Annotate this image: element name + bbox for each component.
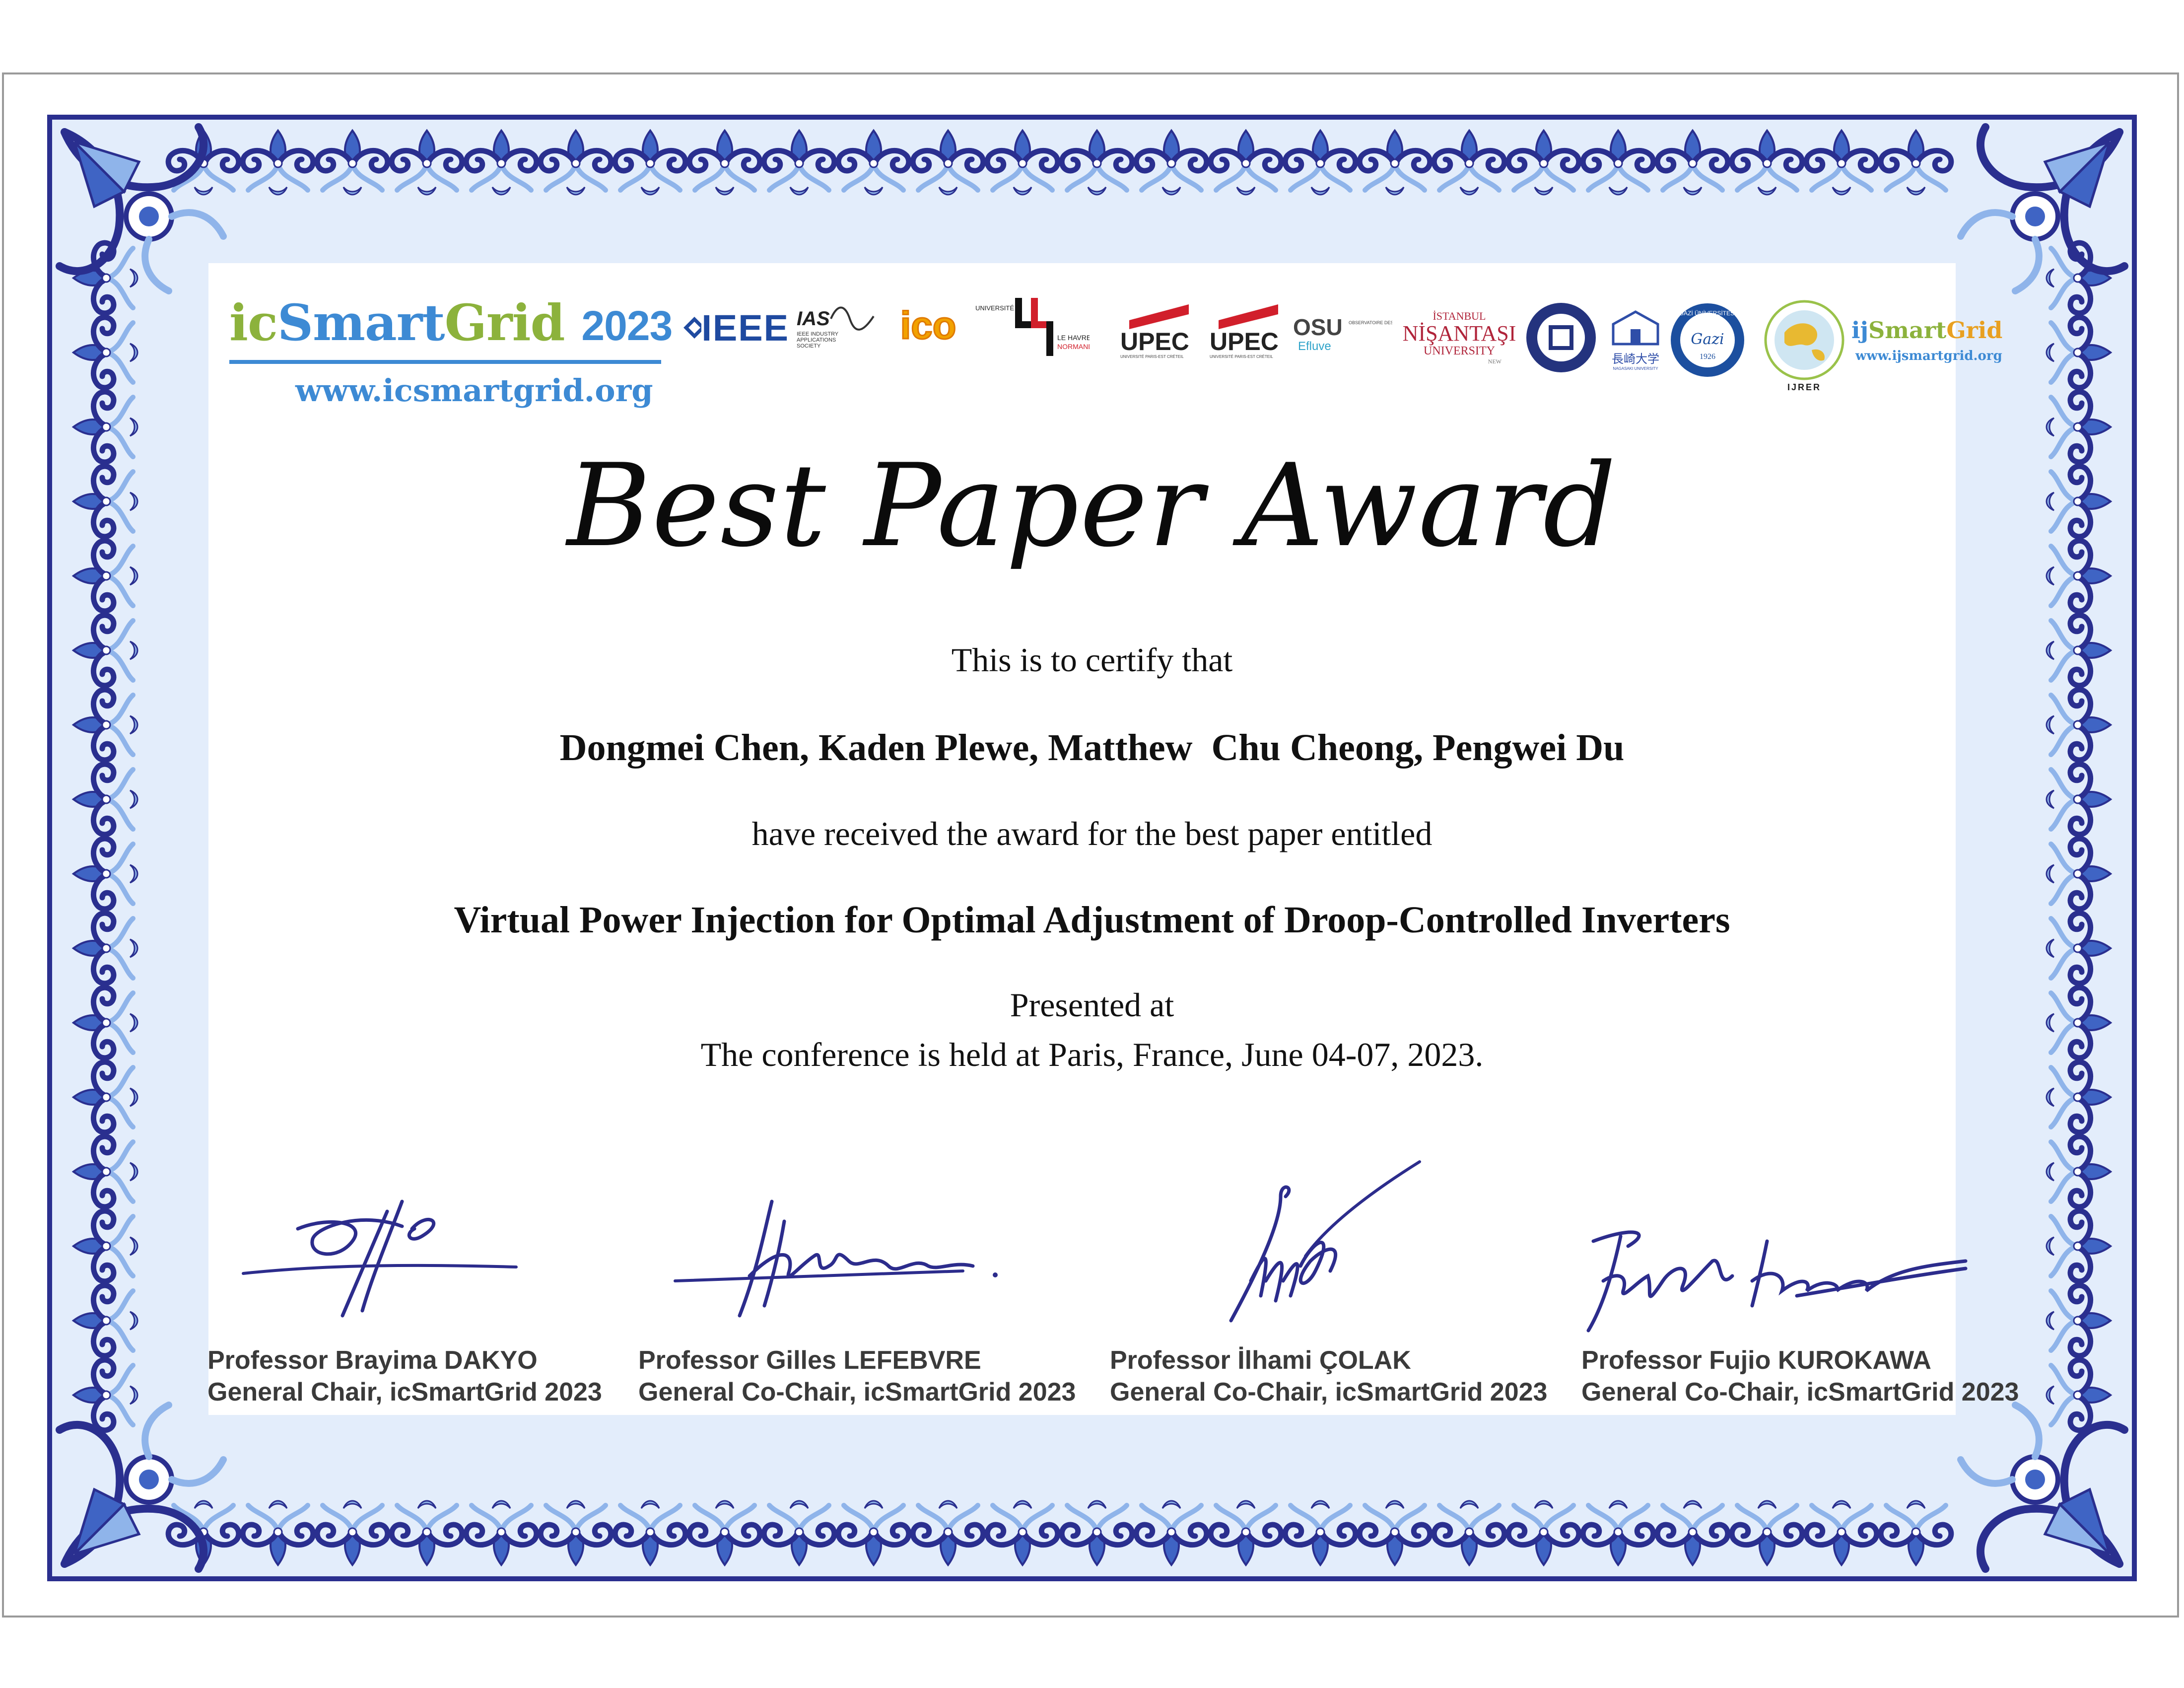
svg-text:Gazi: Gazi xyxy=(1691,331,1724,348)
ieee-logo: IEEE xyxy=(682,305,789,350)
brand-underline xyxy=(229,360,661,364)
svg-text:UNIVERSITÉ PARIS-EST CRÉTEIL: UNIVERSITÉ PARIS-EST CRÉTEIL xyxy=(1120,354,1184,359)
ias-logo: IAS IEEE INDUSTRY APPLICATIONS SOCIETY xyxy=(797,298,881,357)
signatory-name: Professor Fujio KUROKAWA xyxy=(1581,1346,1931,1375)
gazi-university-logo: Gazi 1926 GAZİ ÜNİVERSİTESİ xyxy=(1668,300,1747,380)
signatory-role: General Co-Chair, icSmartGrid 2023 xyxy=(638,1378,1076,1407)
signatory-name: Professor Brayima DAKYO xyxy=(207,1346,538,1375)
svg-text:UNIVERSITÉ PARIS-EST CRÉTEIL: UNIVERSITÉ PARIS-EST CRÉTEIL xyxy=(1210,354,1273,359)
le-havre-university-logo: UNIVERSITÉ LE HAVRE NORMANDIE xyxy=(975,290,1090,365)
svg-text:NORMANDIE: NORMANDIE xyxy=(1057,343,1090,351)
signature-colak xyxy=(1229,1160,1421,1323)
svg-text:UNIVERSITÉ: UNIVERSITÉ xyxy=(975,304,1014,312)
signatory-colak: Professor İlhami ÇOLAK General Co-Chair,… xyxy=(1110,1344,1547,1408)
sponsor-logos: IEEE IAS IEEE INDUSTRY APPLICATIONS SOCI… xyxy=(682,285,2003,400)
svg-text:GAZİ ÜNİVERSİTESİ: GAZİ ÜNİVERSİTESİ xyxy=(1679,310,1736,317)
author-names: Dongmei Chen, Kaden Plewe, Matthew Chu C… xyxy=(559,727,1625,769)
signatory-role: General Co-Chair, icSmartGrid 2023 xyxy=(1110,1378,1548,1407)
certify-line: This is to certify that xyxy=(951,641,1233,679)
signatory-kurokawa: Professor Fujio KUROKAWA General Co-Chai… xyxy=(1581,1344,2019,1408)
received-line: have received the award for the best pap… xyxy=(751,815,1433,852)
conference-website: www.icsmartgrid.org xyxy=(295,372,653,409)
svg-text:LE HAVRE: LE HAVRE xyxy=(1057,334,1090,342)
ieee-diamond-icon xyxy=(683,317,702,339)
paper-title: Virtual Power Injection for Optimal Adju… xyxy=(454,899,1730,941)
globe-icon xyxy=(1764,300,1844,380)
upec-logo-2: UPEC UNIVERSITÉ PARIS-EST CRÉTEIL xyxy=(1209,300,1281,360)
nisantasi-university-logo: İSTANBUL NİŞANTAŞI UNIVERSITY NEW xyxy=(1402,310,1516,365)
osu-efluve-logo: OSU Efluve OBSERVATOIRE DES SCIENCES DE … xyxy=(1293,310,1392,360)
brand-year: 2023 xyxy=(581,302,673,349)
svg-text:OBSERVATOIRE DES SCIENCES DE L: OBSERVATOIRE DES SCIENCES DE L'UNIVERS xyxy=(1349,320,1392,325)
ijsmartgrid-logo: ijSmartGrid www.ijsmartgrid.org xyxy=(1851,317,2003,363)
signatory-name: Professor Gilles LEFEBVRE xyxy=(638,1346,981,1375)
svg-text:Efluve: Efluve xyxy=(1298,340,1331,353)
conference-line: The conference is held at Paris, France,… xyxy=(700,1036,1484,1073)
certificate-page: icSmartGrid 2023 www.icsmartgrid.org IEE… xyxy=(0,0,2184,1688)
signatory-lefebvre: Professor Gilles LEFEBVRE General Co-Cha… xyxy=(638,1344,1076,1408)
svg-text:1926: 1926 xyxy=(1700,352,1715,361)
signature-lefebvre xyxy=(674,1199,998,1318)
nagasaki-university-logo: 長崎大学 NAGASAKI UNIVERSITY xyxy=(1606,300,1665,375)
ico-logo: ico xyxy=(899,302,957,348)
signatory-role: General Co-Chair, icSmartGrid 2023 xyxy=(1581,1378,2019,1407)
svg-text:OSU: OSU xyxy=(1293,314,1343,340)
award-title: Best Paper Award xyxy=(567,440,1617,572)
building-icon xyxy=(1612,310,1659,346)
ijrer-logo: IJRER xyxy=(1750,285,1859,400)
brand-smart: Smart xyxy=(277,293,445,352)
conference-brand: icSmartGrid 2023 xyxy=(229,298,673,349)
signature-kurokawa xyxy=(1586,1230,1968,1333)
university-seal-logo xyxy=(1524,300,1598,375)
brand-grid: Grid xyxy=(444,293,565,352)
signatory-name: Professor İlhami ÇOLAK xyxy=(1110,1346,1411,1375)
svg-text:UPEC: UPEC xyxy=(1120,328,1189,355)
signature-dakyo xyxy=(242,1199,518,1318)
presented-line: Presented at xyxy=(1010,986,1174,1024)
svg-text:UPEC: UPEC xyxy=(1210,328,1279,355)
upec-logo-1: UPEC UNIVERSITÉ PARIS-EST CRÉTEIL xyxy=(1119,300,1191,360)
signatory-dakyo: Professor Brayima DAKYO General Chair, i… xyxy=(207,1344,602,1408)
brand-ic: ic xyxy=(229,293,278,352)
signatory-role: General Chair, icSmartGrid 2023 xyxy=(207,1378,602,1407)
sine-wave-icon xyxy=(829,306,875,331)
